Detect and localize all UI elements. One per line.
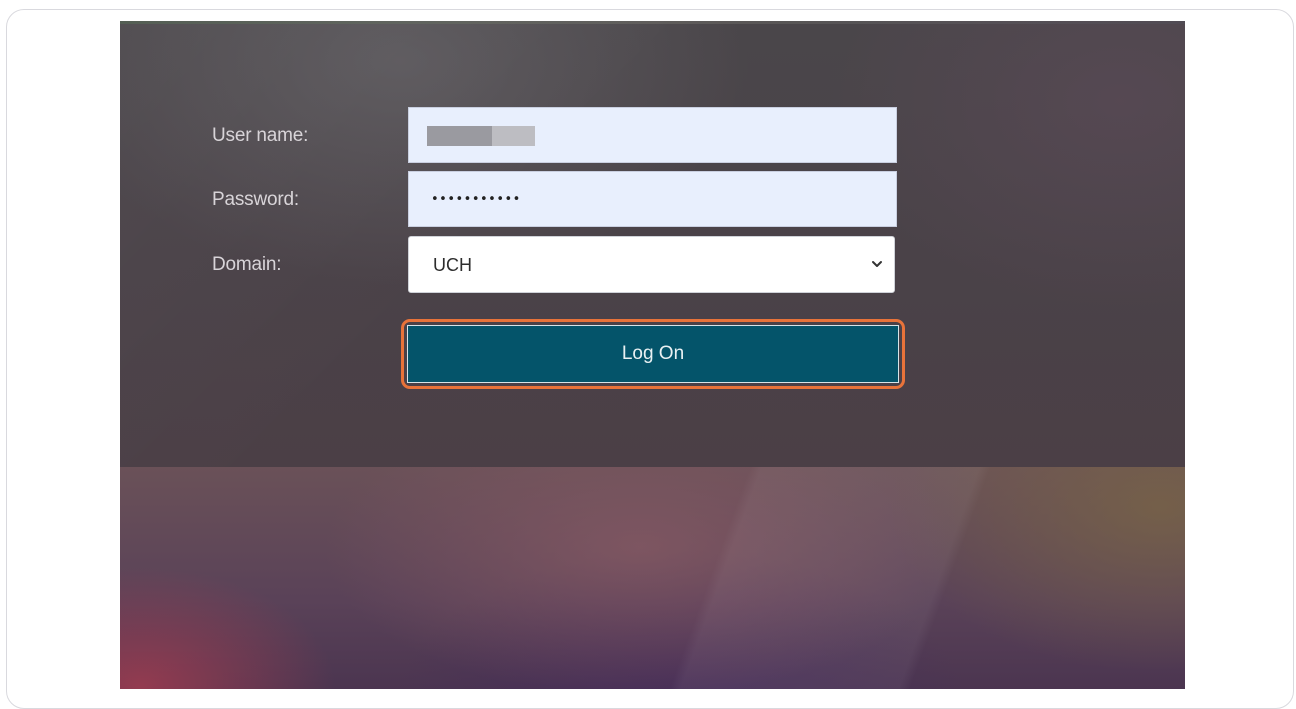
log-on-button[interactable]: Log On — [407, 325, 899, 383]
username-field[interactable] — [408, 107, 897, 163]
domain-selected-value: UCH — [433, 255, 472, 275]
password-label: Password: — [212, 189, 299, 210]
password-field[interactable]: ••••••••••• — [408, 171, 897, 227]
password-value: ••••••••••• — [431, 192, 521, 207]
domain-select[interactable]: UCH — [408, 236, 895, 293]
username-label: User name: — [212, 125, 309, 146]
domain-label: Domain: — [212, 254, 282, 275]
background-bottom — [120, 467, 1185, 689]
chevron-down-icon[interactable] — [870, 257, 884, 271]
log-on-button-label: Log On — [621, 343, 685, 364]
login-page: User name: Password: ••••••••••• Domain:… — [120, 21, 1185, 689]
redacted-username — [427, 126, 535, 146]
